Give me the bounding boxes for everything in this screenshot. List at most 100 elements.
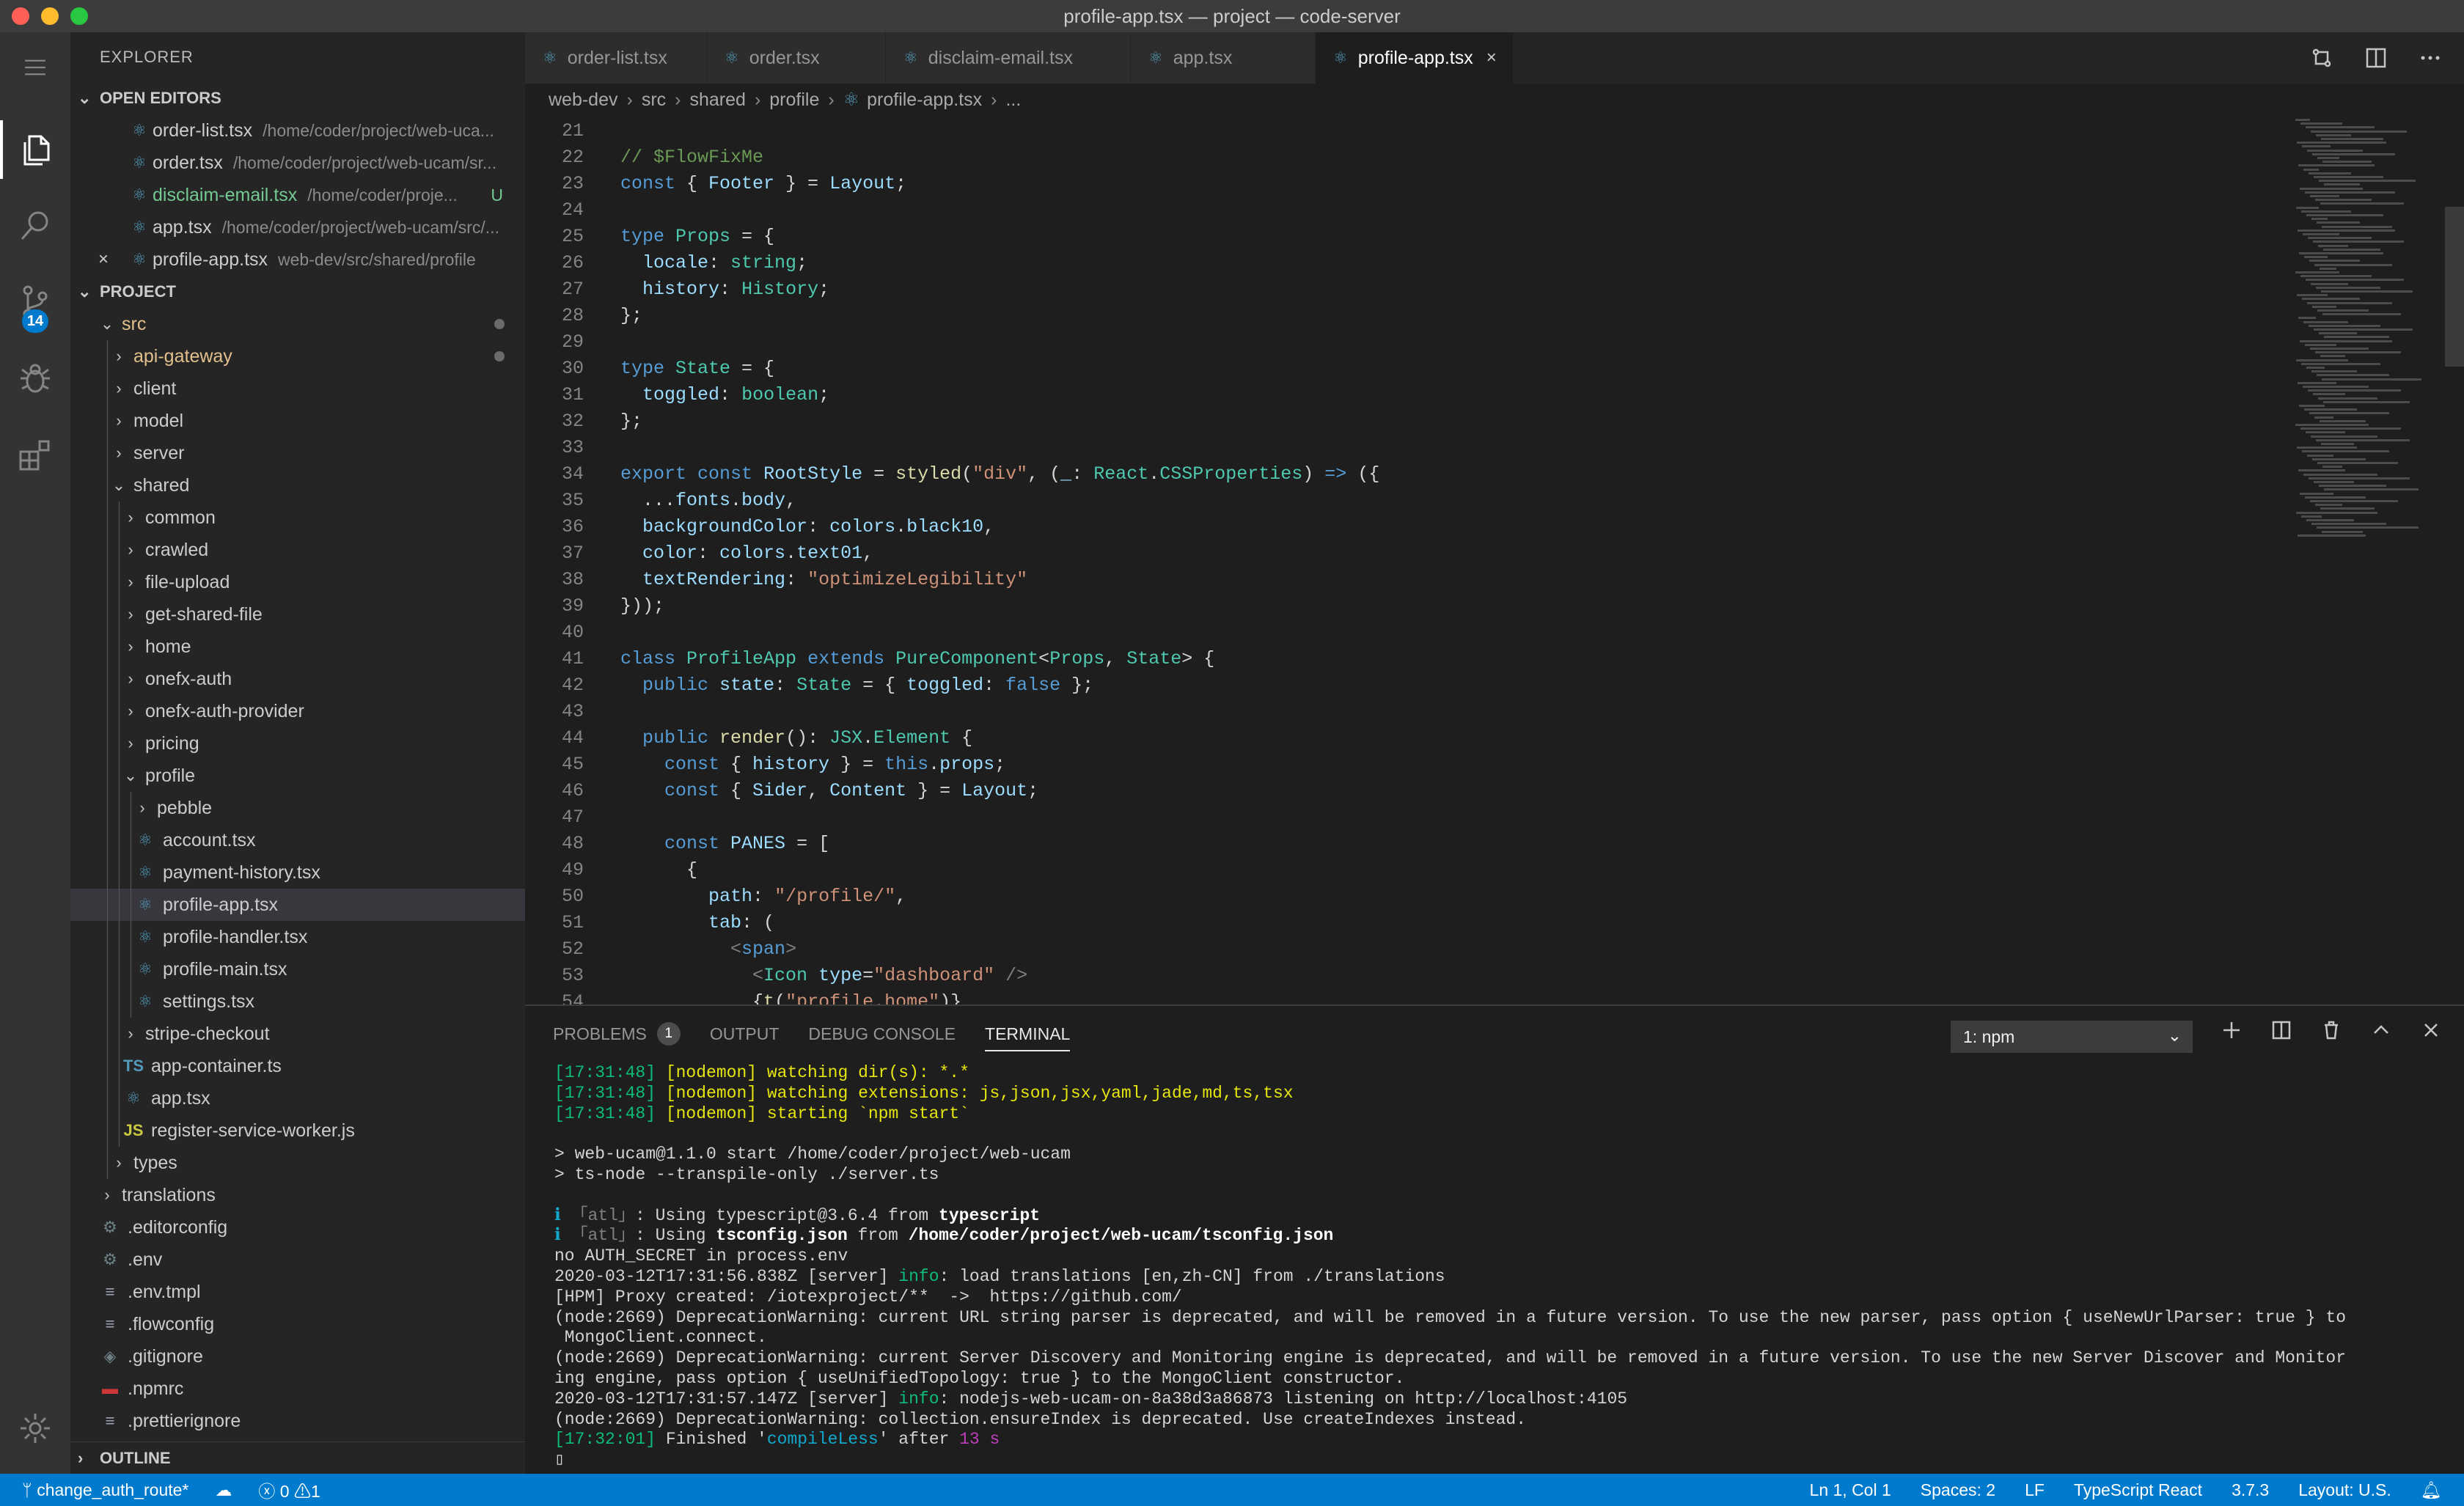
- tab-order-list-tsx[interactable]: ⚛ order-list.tsx: [525, 32, 707, 84]
- maximize-window-button[interactable]: [70, 7, 88, 25]
- keyboard-layout[interactable]: Layout: U.S.: [2298, 1480, 2391, 1500]
- tree-folder[interactable]: › onefx-auth: [70, 663, 525, 695]
- tree-file[interactable]: ⚙ .editorconfig: [70, 1211, 525, 1244]
- minimap-line: [2303, 168, 2319, 171]
- tab-order-tsx[interactable]: ⚛ order.tsx: [707, 32, 886, 84]
- close-tab-icon[interactable]: ×: [1486, 48, 1497, 68]
- breadcrumb-item[interactable]: src: [642, 89, 666, 111]
- breadcrumb-item[interactable]: shared: [689, 89, 745, 111]
- tree-folder[interactable]: ⌄ shared: [70, 469, 525, 502]
- search-view-button[interactable]: [0, 191, 70, 261]
- close-icon[interactable]: [2420, 1019, 2442, 1041]
- tree-folder[interactable]: › client: [70, 372, 525, 405]
- notifications-bell-icon[interactable]: 🔔︎: [2421, 1480, 2442, 1500]
- outline-header[interactable]: › OUTLINE: [70, 1441, 525, 1474]
- trash-icon[interactable]: [2320, 1019, 2342, 1041]
- tree-file[interactable]: ◈ .gitignore: [70, 1340, 525, 1373]
- code-token: JSX: [829, 727, 863, 749]
- tree-folder[interactable]: › onefx-auth-provider: [70, 695, 525, 727]
- tree-folder[interactable]: › crawled: [70, 534, 525, 566]
- breadcrumb-item[interactable]: ...: [1005, 89, 1021, 111]
- open-editor-item[interactable]: ⚛ order-list.tsx/home/coder/project/web-u…: [70, 114, 525, 147]
- open-editor-item[interactable]: ⚛ disclaim-email.tsx/home/coder/proje... U: [70, 179, 525, 211]
- language-mode[interactable]: TypeScript React: [2074, 1480, 2202, 1500]
- tree-file[interactable]: ≡ .flowconfig: [70, 1308, 525, 1340]
- indentation[interactable]: Spaces: 2: [1921, 1480, 1995, 1500]
- tree-file[interactable]: ⚛ account.tsx: [70, 824, 525, 856]
- project-header[interactable]: ⌄ PROJECT: [70, 276, 525, 308]
- tree-folder[interactable]: › model: [70, 405, 525, 437]
- code-editor[interactable]: 21 22 // $FlowFixMe 23 const { Footer } = La…: [525, 116, 2464, 1004]
- cursor-position[interactable]: Ln 1, Col 1: [1810, 1480, 1891, 1500]
- tree-file[interactable]: ⚛ payment-history.tsx: [70, 856, 525, 889]
- extensions-view-button[interactable]: [0, 419, 70, 490]
- open-editor-item[interactable]: ⚛ order.tsx/home/coder/project/web-ucam/s…: [70, 147, 525, 179]
- debug-view-button[interactable]: [0, 343, 70, 414]
- open-editor-item[interactable]: × ⚛ profile-app.tsx web-dev/src/shared/prof…: [70, 243, 525, 276]
- settings-button[interactable]: [0, 1393, 70, 1463]
- tree-file[interactable]: ⚛ profile-main.tsx: [70, 953, 525, 985]
- tree-folder[interactable]: › get-shared-file: [70, 598, 525, 631]
- split-editor-icon[interactable]: [2364, 46, 2388, 70]
- tab-profile-app-tsx[interactable]: ⚛ profile-app.tsx ×: [1316, 32, 1514, 84]
- tree-file[interactable]: ⚛ profile-handler.tsx: [70, 921, 525, 953]
- tree-file[interactable]: ≡ .env.tmpl: [70, 1276, 525, 1308]
- tree-folder[interactable]: ⌄ profile: [70, 760, 525, 792]
- tab-disclaim-email-tsx[interactable]: ⚛ disclaim-email.tsx: [886, 32, 1131, 84]
- tree-folder[interactable]: ⌄ src: [70, 308, 525, 340]
- panel-tab-output[interactable]: OUTPUT: [710, 1006, 780, 1062]
- source-control-view-button[interactable]: 14: [0, 267, 70, 337]
- close-window-button[interactable]: [12, 7, 29, 25]
- tree-file[interactable]: ▬ .npmrc: [70, 1373, 525, 1405]
- chevron-up-icon[interactable]: [2370, 1019, 2392, 1041]
- terminal-token: 13 s: [959, 1430, 1000, 1450]
- tree-folder[interactable]: › pebble: [70, 792, 525, 824]
- code-token: } =: [829, 753, 885, 775]
- tree-file[interactable]: ⚛ app.tsx: [70, 1082, 525, 1114]
- menu-button[interactable]: [0, 32, 70, 103]
- branch-status[interactable]: ᛘ change_auth_route*: [22, 1480, 188, 1500]
- panel-tab-problems[interactable]: PROBLEMS 1: [553, 1006, 681, 1062]
- editor-scrollbar[interactable]: [2445, 207, 2464, 367]
- new-terminal-icon[interactable]: [2221, 1019, 2243, 1041]
- tree-folder[interactable]: › pricing: [70, 727, 525, 760]
- tree-folder[interactable]: › types: [70, 1147, 525, 1179]
- problems-status[interactable]: ⓧ 0 ⚠1: [258, 1477, 320, 1502]
- chevron-right-icon: ›: [128, 702, 133, 720]
- tree-folder[interactable]: › stripe-checkout: [70, 1018, 525, 1050]
- end-of-line[interactable]: LF: [2025, 1480, 2045, 1500]
- open-editor-item[interactable]: ⚛ app.tsx/home/coder/project/web-ucam/src…: [70, 211, 525, 243]
- tree-folder[interactable]: › server: [70, 437, 525, 469]
- terminal-select[interactable]: 1: npm ⌄: [1951, 1021, 2193, 1053]
- tree-file[interactable]: ≡ .prettierignore: [70, 1405, 525, 1437]
- tree-folder[interactable]: › translations: [70, 1179, 525, 1211]
- tree-folder[interactable]: › common: [70, 502, 525, 534]
- sync-icon[interactable]: ☁: [215, 1480, 232, 1500]
- panel-tab-terminal[interactable]: TERMINAL: [985, 1006, 1071, 1062]
- ts-version[interactable]: 3.7.3: [2232, 1480, 2269, 1500]
- tree-folder[interactable]: › api-gateway: [70, 340, 525, 372]
- tree-folder[interactable]: › file-upload: [70, 566, 525, 598]
- tree-file[interactable]: ⚙ .env: [70, 1244, 525, 1276]
- more-actions-icon[interactable]: [2419, 46, 2442, 70]
- terminal-output[interactable]: [17:31:48] [nodemon] watching dir(s): *.…: [554, 1063, 2446, 1471]
- breadcrumb-item[interactable]: profile-app.tsx: [867, 89, 982, 111]
- tree-file[interactable]: JS register-service-worker.js: [70, 1114, 525, 1147]
- breadcrumb-item[interactable]: profile: [769, 89, 819, 111]
- split-terminal-icon[interactable]: [2270, 1019, 2292, 1041]
- panel-tab-debug-console[interactable]: DEBUG CONSOLE: [808, 1006, 956, 1062]
- minimize-window-button[interactable]: [41, 7, 59, 25]
- open-editors-header[interactable]: ⌄ OPEN EDITORS: [70, 82, 525, 114]
- tree-file[interactable]: ⚛ settings.tsx: [70, 985, 525, 1018]
- minimap[interactable]: [2288, 116, 2464, 1004]
- explorer-view-button[interactable]: [0, 114, 70, 185]
- close-icon[interactable]: ×: [98, 249, 109, 270]
- open-changes-icon[interactable]: [2310, 46, 2333, 70]
- tab-app-tsx[interactable]: ⚛ app.tsx: [1131, 32, 1316, 84]
- tree-file[interactable]: TS app-container.ts: [70, 1050, 525, 1082]
- tree-file[interactable]: ⚛ profile-app.tsx: [70, 889, 525, 921]
- breadcrumb-item[interactable]: web-dev: [549, 89, 618, 111]
- tab-list: ⚛ order-list.tsx ⚛ order.tsx ⚛ disclaim-email…: [525, 32, 1514, 84]
- tree-folder[interactable]: › home: [70, 631, 525, 663]
